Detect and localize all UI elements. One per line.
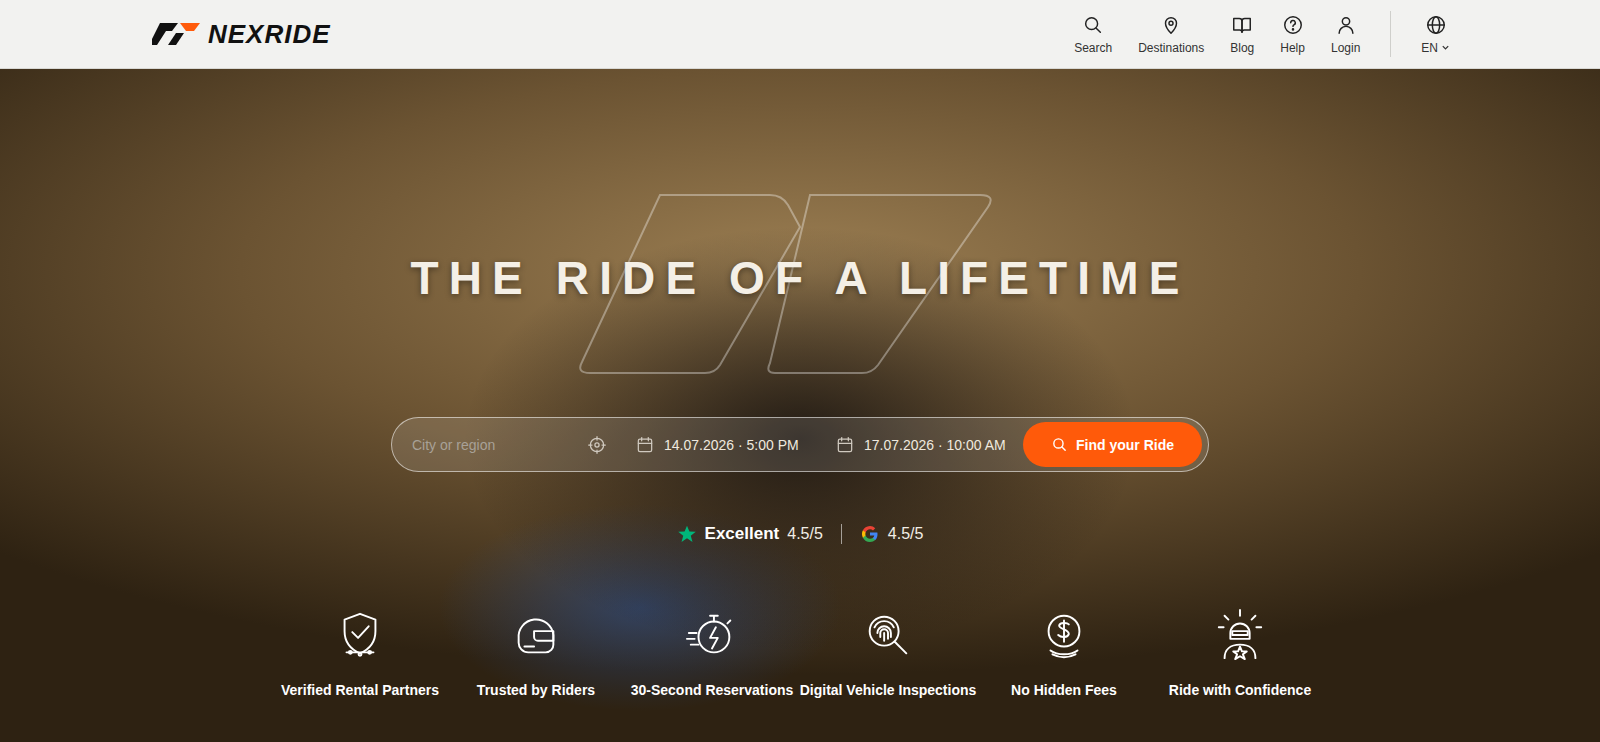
helmet-icon — [509, 608, 563, 662]
calendar-icon — [835, 435, 855, 455]
location-placeholder: City or region — [412, 437, 495, 453]
google-rating[interactable]: 4.5/5 — [860, 524, 924, 544]
globe-icon — [1425, 14, 1447, 36]
features: Verified Rental Partners Trusted by Rider… — [272, 608, 1328, 698]
chevron-down-icon — [1441, 43, 1450, 52]
stopwatch-icon — [685, 608, 739, 662]
feature: Trusted by Riders — [448, 608, 624, 698]
hero-title: THE RIDE OF A LIFETIME — [411, 251, 1190, 305]
feature: Ride with Confidence — [1152, 608, 1328, 698]
nav-item[interactable]: Search — [1074, 14, 1112, 55]
find-button-label: Find your Ride — [1076, 437, 1174, 453]
feature-label: Digital Vehicle Inspections — [800, 682, 977, 698]
nav-label: Blog — [1230, 41, 1254, 55]
search-icon — [1082, 14, 1104, 36]
nav-divider — [1390, 11, 1391, 57]
feature-label: Ride with Confidence — [1169, 682, 1311, 698]
feature: No Hidden Fees — [976, 608, 1152, 698]
hero: THE RIDE OF A LIFETIME City or region 14.0… — [0, 69, 1600, 742]
user-icon — [1335, 14, 1357, 36]
search-bar: City or region 14.07.2026 · 5:00 PM 17.07.… — [391, 417, 1209, 472]
fingerprint-inspection-icon — [861, 608, 915, 662]
nav-label: Search — [1074, 41, 1112, 55]
nav-item[interactable]: Destinations — [1138, 14, 1204, 55]
location-field[interactable]: City or region — [412, 435, 623, 455]
feature: Digital Vehicle Inspections — [800, 608, 976, 698]
page: NEXRIDE Search Destinations Blog Help Login EN… — [0, 0, 1600, 742]
find-button[interactable]: Find your Ride — [1023, 422, 1202, 467]
ratings: Excellent 4.5/5 4.5/5 — [677, 524, 924, 544]
language-selector[interactable]: EN — [1421, 14, 1450, 55]
feature-label: No Hidden Fees — [1011, 682, 1117, 698]
feature-label: Trusted by Riders — [477, 682, 595, 698]
return-date: 17.07.2026 · 10:00 AM — [864, 437, 1006, 453]
rating-label: Excellent — [705, 524, 780, 544]
return-field[interactable]: 17.07.2026 · 10:00 AM — [823, 435, 1023, 455]
calendar-icon — [635, 435, 655, 455]
crosshair-icon[interactable] — [587, 435, 607, 455]
pin-icon — [1160, 14, 1182, 36]
book-icon — [1231, 14, 1253, 36]
feature: 30-Second Reservations — [624, 608, 800, 698]
trustpilot-rating[interactable]: Excellent 4.5/5 — [677, 524, 823, 544]
shield-check-icon — [333, 608, 387, 662]
logo[interactable]: NEXRIDE — [152, 19, 331, 50]
logo-mark-icon — [152, 23, 202, 45]
search-icon — [1051, 436, 1068, 453]
google-icon — [860, 524, 880, 544]
nav-item[interactable]: Help — [1280, 14, 1305, 55]
feature: Verified Rental Partners — [272, 608, 448, 698]
nav-label: Login — [1331, 41, 1360, 55]
nav-item[interactable]: Blog — [1230, 14, 1254, 55]
pickup-field[interactable]: 14.07.2026 · 5:00 PM — [623, 435, 823, 455]
nav-label: Help — [1280, 41, 1305, 55]
rating-score: 4.5/5 — [787, 525, 823, 543]
rider-star-icon — [1213, 608, 1267, 662]
hero-content: THE RIDE OF A LIFETIME City or region 14.0… — [0, 69, 1600, 698]
header: NEXRIDE Search Destinations Blog Help Login EN — [0, 0, 1600, 69]
rating-divider — [841, 524, 842, 544]
feature-label: 30-Second Reservations — [631, 682, 794, 698]
feature-label: Verified Rental Partners — [281, 682, 439, 698]
pickup-date: 14.07.2026 · 5:00 PM — [664, 437, 799, 453]
hero-photo — [0, 69, 1600, 742]
language-label: EN — [1421, 41, 1450, 55]
star-icon — [677, 524, 697, 544]
coin-icon — [1037, 608, 1091, 662]
nav-label: Destinations — [1138, 41, 1204, 55]
nav-item[interactable]: Login — [1331, 14, 1360, 55]
nav: Search Destinations Blog Help Login EN — [1074, 11, 1450, 57]
rating-score: 4.5/5 — [888, 525, 924, 543]
help-icon — [1282, 14, 1304, 36]
logo-text: NEXRIDE — [208, 19, 331, 50]
